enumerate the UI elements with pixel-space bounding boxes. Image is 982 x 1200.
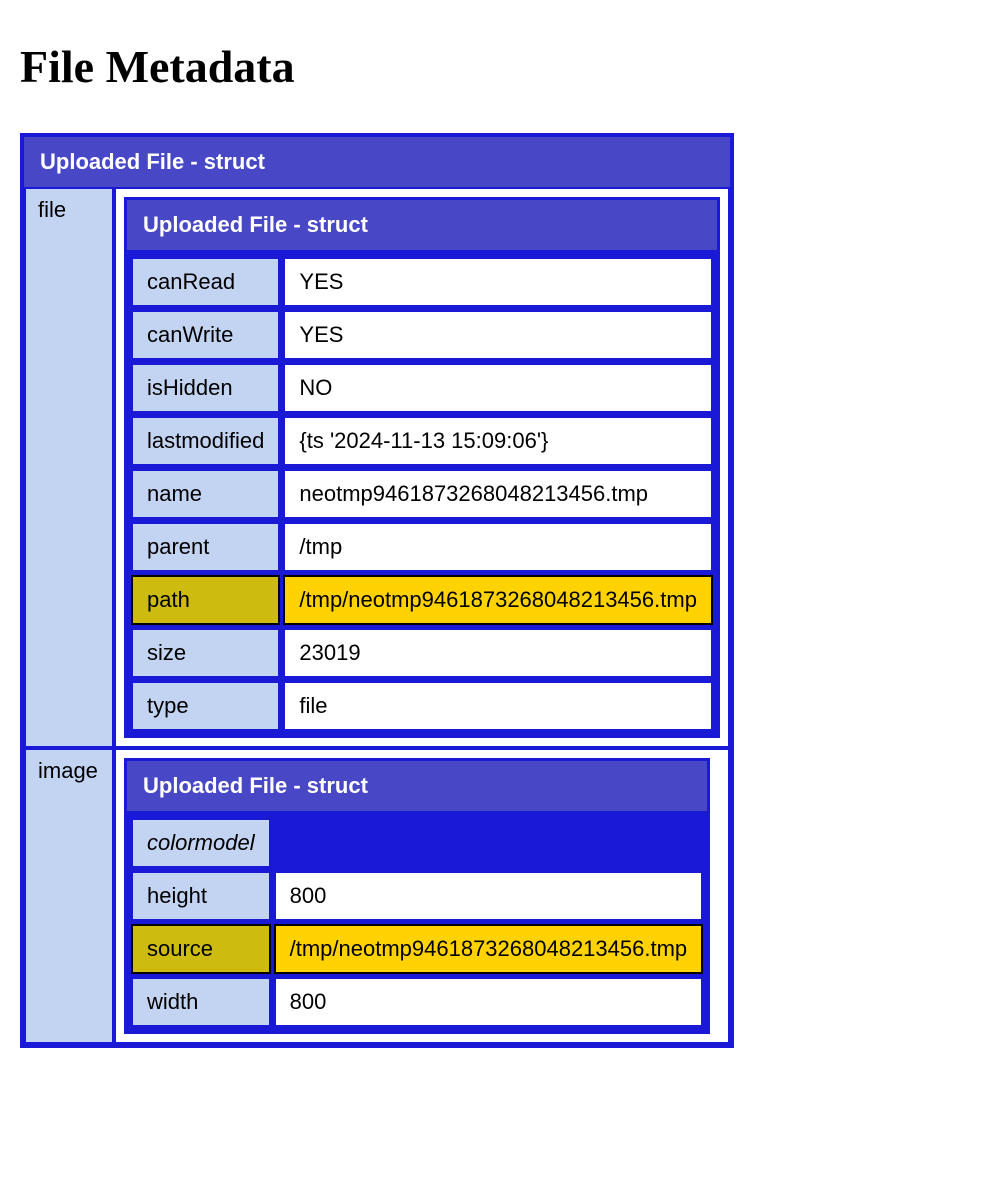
- file-val-path: /tmp/neotmp9461873268048213456.tmp: [283, 575, 713, 625]
- file-val-canread: YES: [283, 257, 713, 307]
- file-key-lastmodified: lastmodified: [131, 416, 280, 466]
- image-struct-table: Uploaded File - struct colormodel height…: [124, 758, 710, 1034]
- page-title: File Metadata: [20, 40, 962, 93]
- image-key-height: height: [131, 871, 271, 921]
- file-key-canread: canRead: [131, 257, 280, 307]
- file-key-path: path: [131, 575, 280, 625]
- outer-row-file: file Uploaded File - struct canRead YES …: [24, 187, 730, 748]
- file-key-ishidden: isHidden: [131, 363, 280, 413]
- file-row-type: type file: [131, 681, 713, 731]
- file-val-type: file: [283, 681, 713, 731]
- file-row-canwrite: canWrite YES: [131, 310, 713, 360]
- file-row-parent: parent /tmp: [131, 522, 713, 572]
- file-val-parent: /tmp: [283, 522, 713, 572]
- outer-struct-body: file Uploaded File - struct canRead YES …: [24, 187, 730, 1044]
- outer-value-image: Uploaded File - struct colormodel height…: [114, 748, 730, 1044]
- image-struct-header: Uploaded File - struct: [124, 758, 710, 811]
- image-val-width: 800: [274, 977, 704, 1027]
- outer-struct-header: Uploaded File - struct: [24, 137, 730, 187]
- image-key-source: source: [131, 924, 271, 974]
- image-val-colormodel: [274, 818, 704, 868]
- file-row-canread: canRead YES: [131, 257, 713, 307]
- file-key-name: name: [131, 469, 280, 519]
- file-row-name: name neotmp9461873268048213456.tmp: [131, 469, 713, 519]
- file-key-size: size: [131, 628, 280, 678]
- file-key-parent: parent: [131, 522, 280, 572]
- image-row-height: height 800: [131, 871, 703, 921]
- image-key-width: width: [131, 977, 271, 1027]
- file-row-ishidden: isHidden NO: [131, 363, 713, 413]
- image-row-width: width 800: [131, 977, 703, 1027]
- file-key-canwrite: canWrite: [131, 310, 280, 360]
- outer-value-file: Uploaded File - struct canRead YES canWr…: [114, 187, 730, 748]
- outer-key-image: image: [24, 748, 114, 1044]
- outer-struct-table: Uploaded File - struct file Uploaded Fil…: [20, 133, 734, 1048]
- file-val-size: 23019: [283, 628, 713, 678]
- file-val-lastmodified: {ts '2024-11-13 15:09:06'}: [283, 416, 713, 466]
- image-val-height: 800: [274, 871, 704, 921]
- image-val-source: /tmp/neotmp9461873268048213456.tmp: [274, 924, 704, 974]
- image-row-source: source /tmp/neotmp9461873268048213456.tm…: [131, 924, 703, 974]
- file-row-lastmodified: lastmodified {ts '2024-11-13 15:09:06'}: [131, 416, 713, 466]
- image-row-colormodel: colormodel: [131, 818, 703, 868]
- file-val-canwrite: YES: [283, 310, 713, 360]
- file-key-type: type: [131, 681, 280, 731]
- file-struct-table: Uploaded File - struct canRead YES canWr…: [124, 197, 720, 738]
- file-struct-header: Uploaded File - struct: [124, 197, 720, 250]
- outer-row-image: image Uploaded File - struct colormodel …: [24, 748, 730, 1044]
- file-row-path: path /tmp/neotmp9461873268048213456.tmp: [131, 575, 713, 625]
- outer-key-file: file: [24, 187, 114, 748]
- file-val-ishidden: NO: [283, 363, 713, 413]
- file-row-size: size 23019: [131, 628, 713, 678]
- image-key-colormodel: colormodel: [131, 818, 271, 868]
- file-val-name: neotmp9461873268048213456.tmp: [283, 469, 713, 519]
